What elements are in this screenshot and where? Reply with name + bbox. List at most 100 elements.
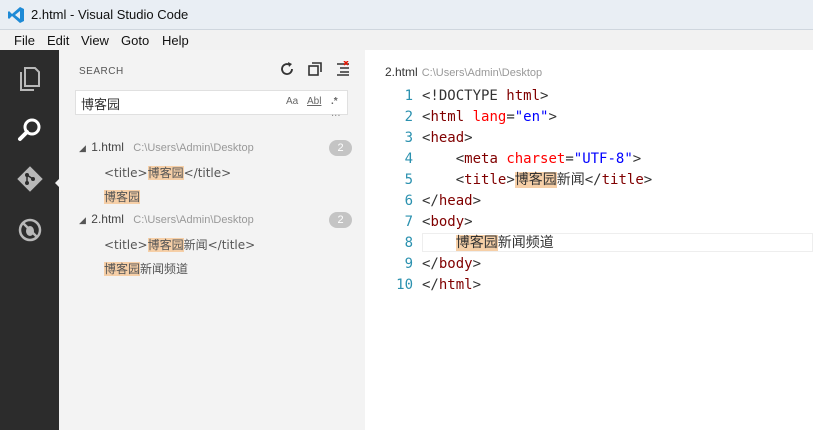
menu-goto[interactable]: Goto — [121, 33, 149, 48]
code-area[interactable]: 1 <!DOCTYPE html> 2 <html lang="en"> 3 <head>… — [365, 86, 813, 296]
code-token: body — [430, 214, 465, 230]
title-bar: 2.html - Visual Studio Code — [0, 0, 813, 30]
line-text: <meta charset="UTF-8"> — [422, 149, 642, 170]
code-line[interactable]: 10 </html> — [365, 275, 813, 296]
line-number: 7 — [404, 214, 413, 230]
menu-help[interactable]: Help — [162, 33, 189, 48]
code-token: > — [506, 172, 515, 188]
more-options-icon[interactable]: ··· — [331, 111, 341, 122]
code-token: </ — [422, 277, 439, 293]
code-line[interactable]: 3 <head> — [365, 128, 813, 149]
code-token: </ — [422, 256, 439, 272]
code-token: "en" — [514, 109, 549, 125]
line-number: 6 — [404, 193, 413, 209]
search-icon[interactable] — [13, 113, 47, 147]
result-file-1[interactable]: ◢ 1.html C:\Users\Admin\Desktop — [79, 140, 254, 158]
search-box: Aa Abl .* — [75, 90, 348, 115]
result-file-path: C:\Users\Admin\Desktop — [133, 214, 254, 226]
code-line[interactable]: 1 <!DOCTYPE html> — [365, 86, 813, 107]
code-token: > — [548, 109, 557, 125]
vscode-logo-icon — [8, 7, 24, 23]
line-number: 1 — [404, 88, 413, 104]
code-token: > — [464, 214, 473, 230]
panel-title: SEARCH — [79, 66, 124, 77]
line-text: </body> — [422, 254, 481, 275]
expanded-arrow-icon: ◢ — [79, 143, 86, 153]
code-token: <!DOCTYPE — [422, 88, 507, 104]
code-line[interactable]: 2 <html lang="en"> — [365, 107, 813, 128]
search-match-highlight: 博客园 — [455, 235, 498, 251]
match-line[interactable]: 博客园新闻频道 — [104, 260, 188, 277]
line-text: <html lang="en"> — [422, 107, 557, 128]
code-token: > — [632, 151, 642, 167]
match-line[interactable]: <title>博客园</title> — [104, 164, 231, 181]
line-text: 博客园新闻频道 — [422, 233, 554, 254]
menu-edit[interactable]: Edit — [47, 33, 69, 48]
code-token: 新闻频道 — [497, 235, 554, 251]
debug-icon[interactable] — [13, 213, 47, 247]
editor: 2.html C:\Users\Admin\Desktop 1 <!DOCTYPE … — [365, 50, 813, 430]
window-title: 2.html - Visual Studio Code — [31, 7, 189, 22]
code-token: head — [430, 130, 465, 146]
git-icon[interactable] — [13, 162, 47, 196]
match-line[interactable]: <title>博客园新闻</title> — [104, 236, 255, 253]
editor-file-path: C:\Users\Admin\Desktop — [421, 67, 543, 79]
line-number: 5 — [404, 172, 413, 188]
code-token: title — [464, 172, 507, 188]
code-token: = — [506, 109, 515, 125]
code-line[interactable]: 9 </body> — [365, 254, 813, 275]
menu-view[interactable]: View — [81, 33, 109, 48]
editor-breadcrumb: 2.html C:\Users\Admin\Desktop — [385, 65, 542, 79]
menu-bar: File Edit View Goto Help — [0, 30, 813, 50]
code-token: html — [430, 109, 465, 125]
refresh-icon[interactable] — [279, 61, 295, 80]
whole-word-toggle[interactable]: Abl — [307, 96, 321, 107]
search-match-highlight: 博客园 — [514, 172, 557, 188]
line-text: </html> — [422, 275, 481, 296]
line-text: <body> — [422, 212, 473, 233]
explorer-icon[interactable] — [13, 62, 47, 96]
code-token: charset — [506, 151, 566, 167]
regex-toggle[interactable]: .* — [331, 96, 338, 107]
match-line[interactable]: 博客园 — [104, 188, 141, 205]
activity-bar — [0, 50, 60, 430]
result-file-2[interactable]: ◢ 2.html C:\Users\Admin\Desktop — [79, 212, 254, 230]
code-token: lang — [472, 109, 507, 125]
line-text: </head> — [422, 191, 481, 212]
search-panel: SEARCH Aa Abl .* ··· ◢ 1.html C:\Users\A… — [59, 50, 365, 430]
match-case-toggle[interactable]: Aa — [286, 96, 298, 107]
line-text: <!DOCTYPE html> — [422, 86, 548, 107]
code-token: meta — [464, 151, 498, 167]
code-token: < — [422, 172, 465, 188]
code-token: > — [472, 256, 482, 272]
code-line[interactable]: 4 <meta charset="UTF-8"> — [365, 149, 813, 170]
menu-file[interactable]: File — [14, 33, 35, 48]
line-number: 8 — [404, 235, 413, 251]
code-token: > — [472, 193, 482, 209]
line-text: <title>博客园新闻</title> — [422, 170, 652, 191]
code-token: > — [464, 130, 473, 146]
code-token: < — [422, 151, 465, 167]
code-line[interactable]: 5 <title>博客园新闻</title> — [365, 170, 813, 191]
clear-results-icon[interactable] — [307, 61, 323, 80]
line-number: 4 — [404, 151, 413, 167]
code-token: head — [438, 193, 473, 209]
code-token: body — [438, 256, 473, 272]
code-token: "UTF-8" — [573, 151, 633, 167]
code-token: html — [506, 88, 541, 104]
code-line[interactable]: 8 博客园新闻频道 — [365, 233, 813, 254]
code-line[interactable]: 7 <body> — [365, 212, 813, 233]
code-token: title — [601, 172, 644, 188]
code-token: 新闻</ — [556, 172, 602, 188]
code-token: > — [540, 88, 549, 104]
line-number: 10 — [396, 277, 413, 293]
code-token: > — [643, 172, 653, 188]
expanded-arrow-icon: ◢ — [79, 215, 86, 225]
code-token: > — [472, 277, 482, 293]
search-input[interactable] — [81, 94, 271, 112]
collapse-all-icon[interactable] — [335, 60, 351, 80]
line-number: 3 — [404, 130, 413, 146]
code-line[interactable]: 6 </head> — [365, 191, 813, 212]
